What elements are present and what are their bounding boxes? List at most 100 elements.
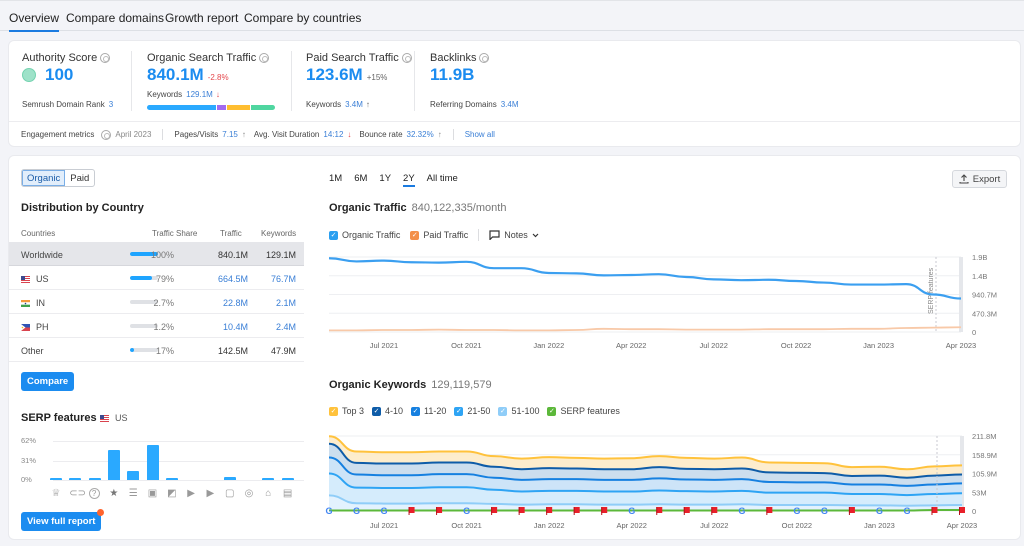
checkbox-checked-icon[interactable]: ✓ [547,406,557,416]
distribution-row-ph[interactable]: PH 1.2% 10.4M 2.4M [9,314,304,338]
image-icon[interactable]: ▣ [147,488,159,500]
distribution-row-other[interactable]: Other 17% 142.5M 47.9M [9,338,304,362]
paid-toggle-button[interactable]: Paid [65,170,94,186]
google-update-icon[interactable]: G [876,506,883,516]
series-line-serp-features[interactable] [329,509,962,512]
traffic-value[interactable]: 10.4M [223,322,248,332]
paid-traffic-value[interactable]: 123.6M [306,65,363,85]
period-1y[interactable]: 1Y [379,173,391,187]
show-all-link[interactable]: Show all [465,130,495,139]
checkbox-checked-icon[interactable]: ✓ [454,406,464,416]
flag-marker-icon[interactable] [683,507,690,515]
paid-keywords-value[interactable]: 3.4M [345,100,363,109]
tab-compare-domains[interactable]: Compare domains [66,11,164,25]
google-update-icon[interactable]: G [381,506,388,516]
serp-bar-link[interactable] [69,478,82,480]
keywords-value[interactable]: 2.1M [276,298,296,308]
serp-bar-image-pack[interactable] [165,478,178,480]
flag-marker-icon[interactable] [408,507,415,515]
google-update-icon[interactable]: G [463,506,470,516]
tab-growth-report[interactable]: Growth report [165,11,238,25]
google-update-icon[interactable]: G [793,506,800,516]
authority-score-value[interactable]: 100 [45,65,73,85]
graduation-icon[interactable]: ⌂ [262,488,274,500]
distribution-row-in[interactable]: IN 2.7% 22.8M 2.1M [9,290,304,314]
period-1m[interactable]: 1M [329,173,342,187]
serp-bar-layout[interactable] [127,471,140,480]
flag-marker-icon[interactable] [931,507,938,515]
serp-bar-star[interactable] [107,450,120,480]
flag-marker-icon[interactable] [436,507,443,515]
google-update-icon[interactable]: G [821,506,828,516]
info-globe-icon[interactable] [259,53,270,63]
flag-marker-icon[interactable] [711,507,718,515]
serp-bar-question[interactable] [88,478,101,480]
legend-paid-traffic[interactable]: ✓ Paid Traffic [410,230,468,240]
play-icon[interactable]: ▶ [185,488,197,500]
series-line-organic-traffic[interactable] [328,257,962,300]
serp-bar-image[interactable] [146,445,159,480]
serp-bar-graduation[interactable] [262,478,275,480]
checkbox-checked-icon[interactable]: ✓ [410,230,420,240]
google-update-icon[interactable]: G [353,506,360,516]
tab-overview[interactable]: Overview [9,11,60,32]
flag-marker-icon[interactable] [601,507,608,515]
legend-51-100[interactable]: ✓ 51-100 [498,406,539,416]
view-full-report-button[interactable]: View full report [21,509,105,531]
flag-marker-icon[interactable] [518,507,525,515]
flag-marker-icon[interactable] [491,507,498,515]
legend-serp-features[interactable]: ✓ SERP features [547,406,620,416]
link-icon[interactable]: ⊂⊃ [69,488,86,500]
google-update-icon[interactable]: G [903,506,910,516]
domain-rank-value[interactable]: 3 [109,100,113,109]
legend-21-50[interactable]: ✓ 21-50 [454,406,490,416]
distribution-row-worldwide[interactable]: Worldwide 100% 840.1M 129.1M [9,242,304,266]
referring-domains-value[interactable]: 3.4M [501,100,519,109]
distribution-row-us[interactable]: US 79% 664.5M 76.7M [9,266,304,290]
serp-bar-crown[interactable] [50,478,62,480]
google-update-icon[interactable]: G [325,506,332,516]
info-globe-icon[interactable] [100,53,111,63]
video-icon[interactable]: ▶ [204,488,216,500]
info-globe-icon[interactable] [101,129,112,140]
layout-icon[interactable]: ☰ [127,488,139,500]
pin-icon[interactable]: ◎ [243,488,255,500]
serp-bar-document[interactable] [281,478,294,480]
legend-4-10[interactable]: ✓ 4-10 [372,406,403,416]
checkbox-checked-icon[interactable]: ✓ [329,406,338,416]
organic-traffic-value[interactable]: 840.1M [147,65,204,85]
backlinks-value[interactable]: 11.9B [430,65,474,85]
legend-11-20[interactable]: ✓ 11-20 [411,406,446,416]
series-line-paid-traffic[interactable] [328,326,962,332]
keywords-value[interactable]: 76.7M [271,274,296,284]
period-2y[interactable]: 2Y [403,173,415,187]
checkbox-checked-icon[interactable]: ✓ [329,230,338,240]
crown-icon[interactable]: ♕ [50,488,62,500]
google-update-icon[interactable]: G [738,506,745,516]
flag-marker-icon[interactable] [848,507,855,515]
period-6m[interactable]: 6M [354,173,367,187]
export-button[interactable]: Export [952,170,1007,188]
flag-marker-icon[interactable] [766,507,773,515]
organic-toggle-button[interactable]: Organic [22,170,66,186]
info-globe-icon[interactable] [401,53,412,63]
notes-dropdown[interactable]: Notes [489,230,539,240]
flag-marker-icon[interactable] [546,507,553,515]
image-pack-icon[interactable]: ◩ [166,488,178,500]
serp-bar-comment[interactable] [223,476,236,480]
checkbox-checked-icon[interactable]: ✓ [498,406,508,416]
info-globe-icon[interactable] [479,53,490,63]
tab-compare-by-countries[interactable]: Compare by countries [244,11,361,25]
document-icon[interactable]: ▤ [282,488,294,500]
period-all-time[interactable]: All time [427,173,458,187]
star-icon[interactable]: ★ [108,488,120,500]
google-update-icon[interactable]: G [628,506,635,516]
legend-top-3[interactable]: ✓ Top 3 [329,406,364,416]
traffic-value[interactable]: 664.5M [218,274,248,284]
traffic-value[interactable]: 22.8M [223,298,248,308]
flag-marker-icon[interactable] [959,507,965,515]
checkbox-checked-icon[interactable]: ✓ [411,406,421,416]
legend-organic-traffic[interactable]: ✓ Organic Traffic [329,230,400,240]
question-icon[interactable]: ? [88,488,100,499]
checkbox-checked-icon[interactable]: ✓ [372,406,382,416]
